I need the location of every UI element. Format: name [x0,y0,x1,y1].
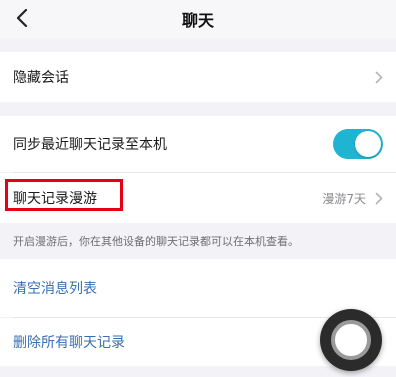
delete-all-records-label: 删除所有聊天记录 [13,335,125,351]
sync-recent-label: 同步最近聊天记录至本机 [13,137,167,153]
clear-message-list-label: 清空消息列表 [13,281,97,297]
chevron-right-icon [374,70,384,84]
chat-roaming-value: 漫游7天 [322,191,366,206]
clear-message-list-row[interactable]: 清空消息列表 [0,259,396,317]
hide-session-row[interactable]: 隐藏会话 [0,52,396,102]
sync-recent-toggle[interactable] [333,129,383,159]
page-title: 聊天 [181,11,214,30]
sync-recent-row: 同步最近聊天记录至本机 [0,116,396,172]
chevron-right-icon [374,191,384,205]
hide-session-label: 隐藏会话 [13,70,69,86]
assistive-touch-icon [331,320,371,360]
roaming-hint-text: 开启漫游后，你在其他设备的聊天记录都可以在本机查看。 [13,235,299,248]
toggle-knob [355,131,381,157]
floating-assistive-button[interactable] [320,309,382,371]
navigation-bar: 聊天 [0,0,396,38]
highlight-box [5,179,123,211]
